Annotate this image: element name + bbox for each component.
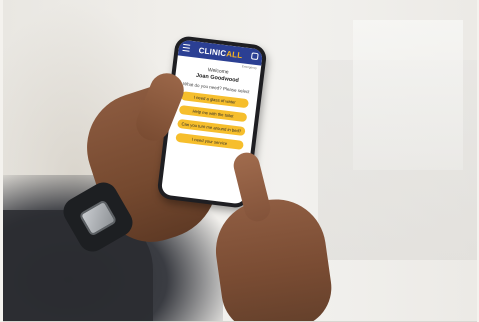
app-logo: CLINICALL (198, 45, 243, 59)
option-service-button[interactable]: I need your service (175, 132, 244, 150)
language-icon[interactable] (250, 52, 259, 61)
logo-main-text: CLINIC (198, 45, 227, 58)
background-window (353, 20, 463, 170)
top-note[interactable]: Emergency (242, 64, 258, 70)
menu-icon[interactable] (182, 43, 191, 52)
photo-scene: CLINICALL Emergency Welcome Joan Goodwoo… (3, 0, 477, 322)
logo-accent-text: ALL (225, 48, 243, 60)
